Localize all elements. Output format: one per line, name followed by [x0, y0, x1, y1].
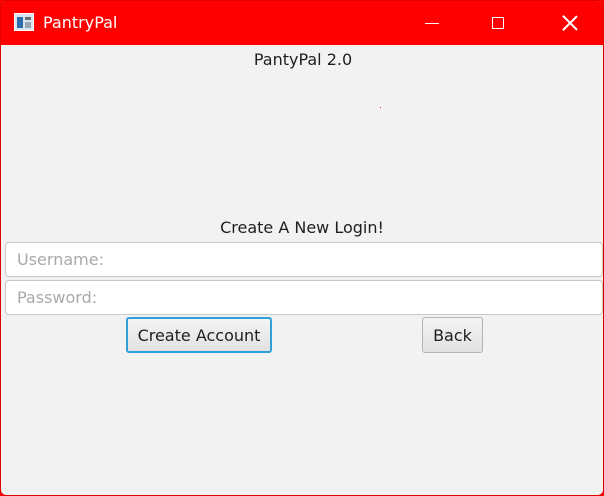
stray-pixel — [380, 107, 381, 108]
maximize-icon — [492, 17, 504, 29]
app-icon — [14, 13, 34, 31]
minimize-button[interactable] — [397, 1, 467, 45]
app-heading: PantyPal 2.0 — [253, 50, 353, 69]
app-window: PantryPal PantyPal 2.0 Create A New Logi… — [0, 0, 604, 496]
form-heading: Create A New Login! — [220, 218, 384, 237]
close-button[interactable] — [535, 1, 603, 45]
close-icon — [562, 15, 578, 31]
minimize-icon — [425, 22, 439, 24]
maximize-button[interactable] — [463, 1, 533, 45]
title-bar[interactable]: PantryPal — [1, 1, 603, 45]
create-account-button[interactable]: Create Account — [126, 317, 272, 353]
window-title: PantryPal — [43, 13, 118, 32]
username-input[interactable] — [5, 242, 603, 277]
password-input[interactable] — [5, 280, 603, 315]
back-button[interactable]: Back — [422, 317, 483, 353]
